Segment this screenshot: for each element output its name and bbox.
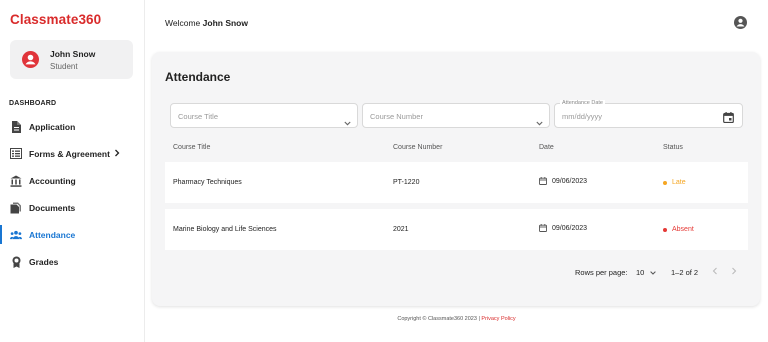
course-number-cell: 2021 [393,226,409,233]
course-title-select[interactable]: Course Title [170,103,358,128]
date-value: 09/06/2023 [552,224,588,232]
documents-icon [10,202,22,214]
sidebar-item-label: Forms & Agreement [29,148,110,159]
sidebar-item-grades[interactable]: Grades [0,248,145,275]
sidebar-item-label: Accounting [29,175,76,186]
attendance-date-field[interactable]: Attendance Date mm/dd/yyyy [554,100,743,128]
welcome-prefix: Welcome [165,18,201,28]
column-course-number[interactable]: Course Number [393,144,442,151]
pagination-range: 1–2 of 2 [671,268,699,277]
rows-per-page-select[interactable]: 10 [636,268,657,277]
course-number-cell: PT-1220 [393,179,420,186]
sidebar: Classmate360 John Snow Student DASHBOARD… [0,0,145,342]
sidebar-item-accounting[interactable]: Accounting [0,167,145,194]
sidebar-item-forms-agreement[interactable]: Forms & Agreement [0,140,145,167]
sidebar-item-label: Attendance [29,229,76,240]
award-icon [10,256,22,268]
calendar-icon[interactable] [723,110,734,128]
chevron-left-icon [712,267,717,275]
course-title-cell: Marine Biology and Life Sciences [173,226,277,233]
account-circle-icon [22,51,39,68]
welcome-message: Welcome John Snow [165,18,248,28]
rows-per-page-label: Rows per page: [575,268,628,277]
user-name: John Snow [50,49,96,59]
document-icon [10,120,22,133]
next-page-button[interactable] [731,267,737,277]
pagination: Rows per page: 10 1–2 of 2 [165,264,748,280]
status-dot [663,180,667,185]
user-profile-card[interactable]: John Snow Student [10,40,133,79]
column-course-title[interactable]: Course Title [173,144,210,151]
date-cell: 09/06/2023 [539,224,587,232]
table-row[interactable]: Pharmacy Techniques PT-1220 09/06/2023 L… [165,162,748,203]
table-header: Course Title Course Number Date Status [165,140,748,156]
sidebar-item-application[interactable]: Application [0,113,145,140]
chevron-right-icon[interactable] [114,149,120,159]
chevron-down-icon [536,113,543,131]
user-role: Student [50,62,78,71]
chevron-right-icon [732,267,737,275]
calendar-icon [539,177,547,185]
course-title-cell: Pharmacy Techniques [173,179,242,186]
forms-icon [10,148,22,160]
previous-page-button[interactable] [712,267,718,277]
page-title: Attendance [165,70,231,84]
column-status[interactable]: Status [663,144,683,151]
course-number-select[interactable]: Course Number [362,103,550,128]
welcome-user-name: John Snow [202,18,248,28]
sidebar-nav: Application Forms & Agreement Accounting… [0,113,145,275]
rows-per-page-value: 10 [636,268,645,277]
status-badge: Absent [663,226,694,233]
people-icon [10,229,22,241]
column-date[interactable]: Date [539,144,554,151]
sidebar-item-documents[interactable]: Documents [0,194,145,221]
table-row[interactable]: Marine Biology and Life Sciences 2021 09… [165,209,748,250]
sidebar-item-label: Application [29,121,76,132]
chevron-down-icon [344,113,351,131]
status-badge: Late [663,179,686,186]
bank-icon [10,175,22,187]
chevron-down-icon [650,270,657,275]
top-bar: Welcome John Snow [145,0,768,44]
date-cell: 09/06/2023 [539,177,587,185]
status-dot [663,227,667,232]
sidebar-item-label: Grades [29,256,59,267]
attendance-card: Attendance Course Title Course Number At… [152,52,760,306]
course-title-placeholder: Course Title [178,112,219,121]
calendar-icon [539,224,547,232]
sidebar-item-attendance[interactable]: Attendance [0,221,145,248]
course-number-placeholder: Course Number [370,112,423,121]
status-text: Absent [672,226,694,233]
account-circle-icon[interactable] [734,16,747,29]
brand-logo[interactable]: Classmate360 [10,12,101,27]
date-value: 09/06/2023 [552,177,588,185]
footer: Copyright © Classmate360 2023 | Privacy … [145,316,768,322]
copyright-text: Copyright © Classmate360 2023 | [397,316,482,322]
privacy-policy-link[interactable]: Privacy Policy [481,316,515,322]
status-text: Late [672,179,686,186]
dashboard-section-label: DASHBOARD [9,100,57,107]
attendance-date-label: Attendance Date [560,100,605,106]
sidebar-item-label: Documents [29,202,76,213]
attendance-date-placeholder: mm/dd/yyyy [562,112,603,121]
